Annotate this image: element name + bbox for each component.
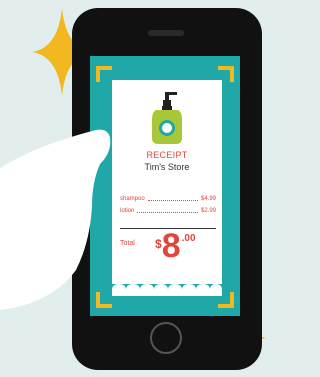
dot-leader: [147, 197, 198, 201]
scan-corner-top-right: [218, 66, 234, 82]
item-price: $4.99: [200, 196, 216, 202]
scan-corner-bottom-right: [218, 292, 234, 308]
total-currency: $: [155, 237, 162, 251]
hand-illustration: [0, 129, 111, 310]
total-cents: .00: [181, 233, 196, 244]
receipt-title: RECEIPT: [146, 150, 188, 160]
store-name: Tim's Store: [144, 162, 190, 172]
total-amount: $8.00: [155, 229, 196, 263]
list-item: shampoo $4.99: [120, 194, 216, 204]
item-price: $2.99: [200, 208, 216, 214]
list-item: lotion $2.99: [120, 206, 216, 216]
total-dollars: 8: [161, 227, 181, 265]
phone-speaker: [148, 30, 184, 36]
scan-corner-top-left: [96, 66, 112, 82]
dot-leader: [137, 209, 198, 213]
receipt-scallop-edge: [112, 284, 222, 296]
phone-home-button[interactable]: [150, 322, 182, 354]
lotion-bottle-icon: [152, 92, 182, 144]
